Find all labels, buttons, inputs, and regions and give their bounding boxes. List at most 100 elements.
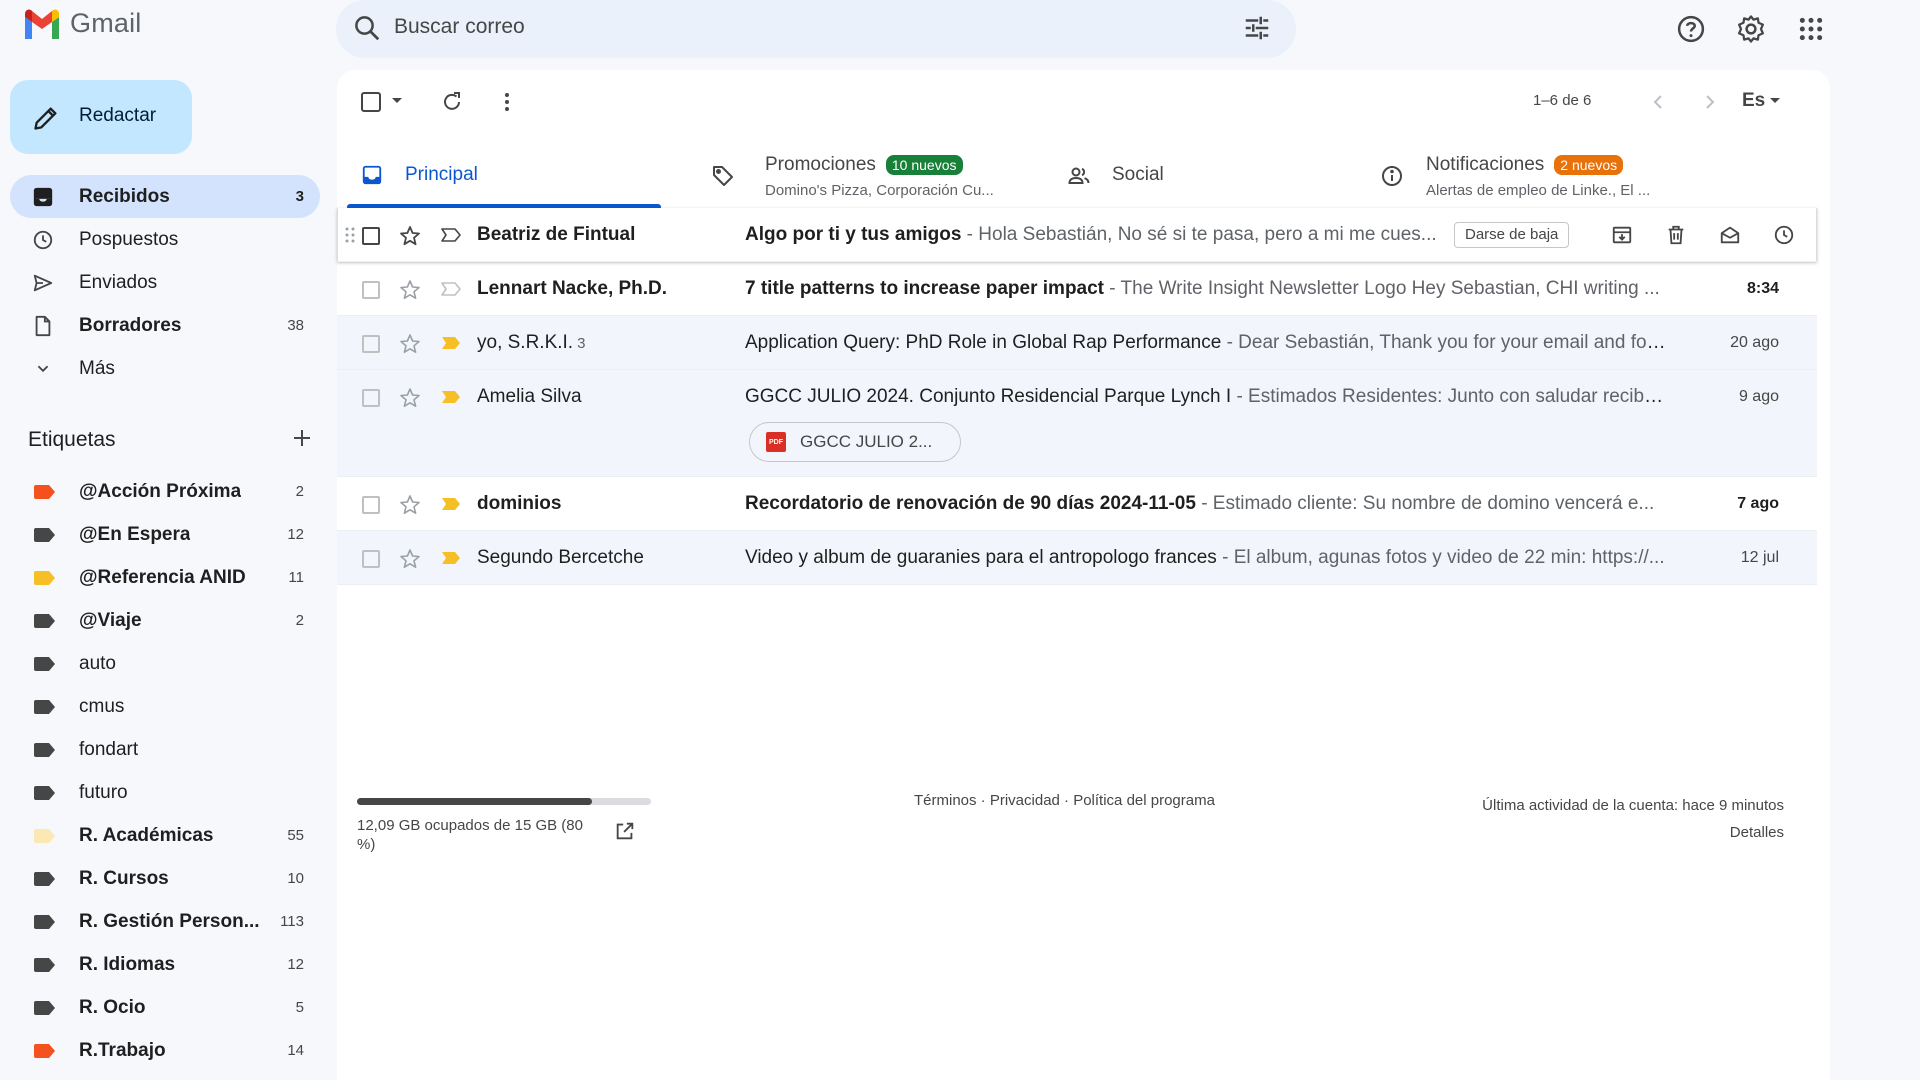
search-options-icon[interactable] bbox=[1242, 13, 1272, 43]
star-icon[interactable] bbox=[398, 386, 422, 410]
label-tag-icon bbox=[34, 1000, 56, 1016]
sidebar-item-enviados[interactable]: Enviados bbox=[10, 261, 320, 304]
settings-gear-icon[interactable] bbox=[1732, 10, 1770, 48]
importance-marker-icon[interactable] bbox=[441, 497, 461, 511]
tab-principal[interactable]: Principal bbox=[347, 142, 661, 208]
label-tag-icon bbox=[34, 656, 56, 672]
row-checkbox[interactable] bbox=[362, 550, 380, 568]
select-dropdown-icon[interactable] bbox=[391, 97, 403, 105]
label-item[interactable]: R.Trabajo 14 bbox=[10, 1029, 320, 1072]
label-item[interactable]: cmus bbox=[10, 685, 320, 728]
label-count: 11 bbox=[288, 569, 304, 586]
tag-icon bbox=[711, 164, 735, 188]
label-name: R. Ocio bbox=[79, 996, 146, 1018]
label-item[interactable]: futuro bbox=[10, 771, 320, 814]
email-row[interactable]: Segundo Bercetche Video y album de guaran… bbox=[337, 531, 1817, 585]
email-content: Application Query: PhD Role in Global Ra… bbox=[745, 332, 1670, 354]
refresh-icon[interactable] bbox=[440, 90, 464, 114]
unsubscribe-button[interactable]: Darse de baja bbox=[1454, 222, 1570, 248]
apps-grid-icon[interactable] bbox=[1792, 10, 1830, 48]
label-item[interactable]: auto bbox=[10, 642, 320, 685]
label-item[interactable]: R. Idiomas 12 bbox=[10, 943, 320, 986]
email-subject: Video y album de guaranies para el antro… bbox=[745, 547, 1217, 568]
compose-button[interactable]: Redactar bbox=[10, 80, 192, 154]
email-sender: dominios bbox=[477, 493, 561, 515]
footer-links[interactable]: Términos · Privacidad · Política del pro… bbox=[914, 792, 1215, 809]
delete-icon[interactable] bbox=[1659, 221, 1693, 249]
email-row[interactable]: dominios Recordatorio de renovación de 90… bbox=[337, 477, 1817, 531]
email-row[interactable]: Lennart Nacke, Ph.D. 7 title patterns to … bbox=[337, 262, 1817, 316]
top-right-actions bbox=[1672, 10, 1830, 48]
star-icon[interactable] bbox=[398, 547, 422, 571]
snooze-clock-icon[interactable] bbox=[1767, 221, 1801, 249]
label-name: fondart bbox=[79, 738, 139, 760]
list-toolbar: 1–6 de 6 Es bbox=[337, 70, 1830, 132]
email-sender: Lennart Nacke, Ph.D. bbox=[477, 278, 667, 300]
importance-marker-icon[interactable] bbox=[441, 228, 461, 242]
email-row[interactable]: Amelia Silva GGCC JULIO 2024. Conjunto Re… bbox=[337, 370, 1817, 477]
search-bar[interactable]: Buscar correo bbox=[336, 0, 1296, 58]
label-item[interactable]: @En Espera 12 bbox=[10, 513, 320, 556]
gmail-logo[interactable]: Gmail bbox=[22, 8, 142, 39]
mark-as-read-icon[interactable] bbox=[1713, 221, 1747, 249]
sidebar-item-recibidos[interactable]: Recibidos 3 bbox=[10, 175, 320, 218]
star-icon[interactable] bbox=[398, 224, 422, 248]
importance-marker-icon[interactable] bbox=[441, 551, 461, 565]
tab-notificaciones[interactable]: Notificaciones 2 nuevos Alertas de emple… bbox=[1352, 142, 1672, 208]
attachment-chip[interactable]: PDF GGCC JULIO 2... bbox=[749, 422, 961, 462]
label-item[interactable]: R. Ocio 5 bbox=[10, 986, 320, 1029]
email-content: Video y album de guaranies para el antro… bbox=[745, 547, 1670, 569]
label-item[interactable]: @Referencia ANID 11 bbox=[10, 556, 320, 599]
label-item[interactable]: R. Académicas 55 bbox=[10, 814, 320, 857]
email-row[interactable]: Beatriz de Fintual Algo por ti y tus amig… bbox=[337, 208, 1817, 262]
tab-promociones[interactable]: Promociones 10 nuevos Domino's Pizza, Co… bbox=[683, 142, 994, 208]
label-item[interactable]: @Viaje 2 bbox=[10, 599, 320, 642]
more-vert-icon[interactable] bbox=[495, 90, 519, 114]
row-checkbox[interactable] bbox=[362, 389, 380, 407]
label-name: cmus bbox=[79, 695, 125, 717]
draft-count: 38 bbox=[287, 317, 304, 334]
label-item[interactable]: R. Gestión Person... 113 bbox=[10, 900, 320, 943]
importance-marker-icon[interactable] bbox=[441, 282, 461, 296]
label-item[interactable]: @Acción Próxima 2 bbox=[10, 470, 320, 513]
sidebar-item-mas[interactable]: Más bbox=[10, 347, 320, 390]
archive-icon[interactable] bbox=[1605, 221, 1639, 249]
label-name: @Referencia ANID bbox=[79, 566, 246, 588]
help-icon[interactable] bbox=[1672, 10, 1710, 48]
label-item[interactable]: fondart bbox=[10, 728, 320, 771]
sender-name: Segundo Bercetche bbox=[477, 547, 644, 568]
star-icon[interactable] bbox=[398, 493, 422, 517]
add-label-icon[interactable] bbox=[290, 426, 314, 450]
label-count: 2 bbox=[295, 612, 304, 629]
tab-social[interactable]: Social bbox=[1027, 142, 1327, 208]
new-count-badge: 10 nuevos bbox=[885, 155, 963, 175]
chevron-left-icon[interactable] bbox=[1646, 90, 1670, 114]
label-count: 55 bbox=[287, 827, 304, 844]
sidebar-item-borradores[interactable]: Borradores 38 bbox=[10, 304, 320, 347]
tab-label: Principal bbox=[405, 164, 478, 185]
select-all-checkbox[interactable] bbox=[361, 92, 381, 112]
row-checkbox[interactable] bbox=[362, 281, 380, 299]
open-in-new-icon[interactable] bbox=[614, 820, 636, 842]
search-input[interactable]: Buscar correo bbox=[394, 15, 525, 39]
details-link[interactable]: Detalles bbox=[1482, 819, 1784, 846]
chevron-right-icon[interactable] bbox=[1698, 90, 1722, 114]
tab-label-row: Notificaciones 2 nuevos bbox=[1426, 154, 1624, 176]
row-checkbox[interactable] bbox=[362, 227, 380, 245]
tab-sub-label: Alertas de empleo de Linke., El ... bbox=[1426, 182, 1651, 199]
star-icon[interactable] bbox=[398, 332, 422, 356]
importance-marker-icon[interactable] bbox=[441, 390, 461, 404]
info-icon bbox=[1380, 164, 1404, 188]
importance-marker-icon[interactable] bbox=[441, 336, 461, 350]
sender-name: Lennart Nacke, Ph.D. bbox=[477, 278, 668, 299]
row-checkbox[interactable] bbox=[362, 496, 380, 514]
email-row[interactable]: yo, S.R.K.I. 3 Application Query: PhD Role… bbox=[337, 316, 1817, 370]
email-sender: Beatriz de Fintual bbox=[477, 224, 635, 246]
row-checkbox[interactable] bbox=[362, 335, 380, 353]
drag-handle-icon[interactable] bbox=[345, 227, 355, 243]
input-language-button[interactable]: Es bbox=[1742, 90, 1781, 112]
star-icon[interactable] bbox=[398, 278, 422, 302]
search-icon[interactable] bbox=[352, 13, 382, 43]
label-item[interactable]: R. Cursos 10 bbox=[10, 857, 320, 900]
sidebar-item-pospuestos[interactable]: Pospuestos bbox=[10, 218, 320, 261]
